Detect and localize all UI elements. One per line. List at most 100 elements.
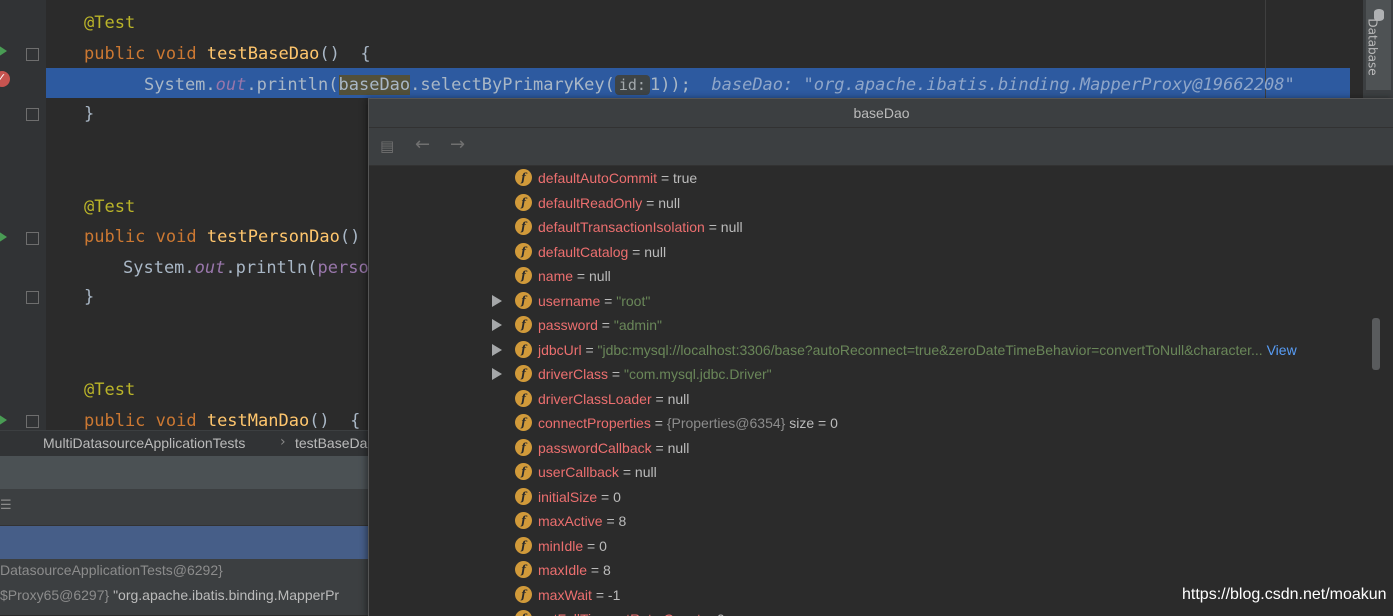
static-field: out — [215, 75, 247, 95]
variable-value: null — [667, 390, 690, 407]
field-icon: f — [515, 463, 532, 480]
variable-text: minIdle = 0 — [538, 534, 607, 558]
folder-icon[interactable]: ▤ — [380, 137, 394, 155]
variable-value: -1 — [607, 586, 621, 603]
field-icon: f — [515, 512, 532, 529]
equals-sign: = — [628, 243, 645, 260]
back-button[interactable]: ← — [415, 134, 430, 155]
variable-name: maxActive — [538, 513, 603, 529]
fold-icon[interactable] — [26, 48, 39, 61]
variable-text: defaultReadOnly = null — [538, 191, 680, 215]
annotation: @Test — [84, 13, 136, 33]
variable-name: defaultAutoCommit — [538, 170, 658, 186]
code-line: } — [84, 282, 94, 312]
variable-extra: size = 0 — [785, 415, 838, 431]
forward-button[interactable]: → — [450, 134, 465, 155]
fold-icon[interactable] — [26, 415, 39, 428]
variable-name: userCallback — [538, 464, 619, 480]
variable-row[interactable]: f driverClass = "com.mysql.jdbc.Driver" — [369, 362, 1379, 386]
variable-name: driverClassLoader — [538, 390, 652, 407]
code-text: .println( — [246, 75, 339, 95]
code-text: () — [339, 227, 361, 247]
variable-text: maxWait = -1 — [538, 583, 620, 607]
expand-arrow-icon[interactable] — [492, 368, 502, 380]
run-test-icon[interactable] — [0, 231, 7, 243]
fold-icon[interactable] — [26, 232, 39, 245]
expand-arrow-icon[interactable] — [492, 319, 502, 331]
variable-name: defaultTransactionIsolation — [538, 219, 705, 235]
equals-sign: = — [600, 292, 617, 309]
variable-row[interactable]: f maxIdle = 8 — [369, 558, 1379, 582]
fold-icon[interactable] — [26, 291, 39, 304]
expand-arrow-icon[interactable] — [492, 343, 502, 356]
variable-text: driverClass = "com.mysql.jdbc.Driver" — [538, 362, 772, 386]
variables-tree[interactable]: f defaultAutoCommit = true f defaultReadOnl… — [369, 166, 1393, 616]
variable-row[interactable]: f maxActive = 8 — [369, 509, 1379, 533]
run-test-icon[interactable] — [0, 414, 7, 426]
variable-row[interactable]: f jdbcUrl = "jdbc:mysql://localhost:3306/… — [369, 338, 1379, 362]
variable-row[interactable]: f name = null — [369, 264, 1379, 288]
variable-row[interactable]: f defaultTransactionIsolation = null — [369, 215, 1379, 239]
code-text: System. — [123, 258, 195, 278]
popup-title: baseDao — [369, 99, 1393, 128]
watermark: https://blog.csdn.net/moakun — [1182, 586, 1387, 603]
field-icon: f — [515, 169, 532, 186]
variable-text: username = "root" — [538, 289, 650, 313]
frames-icon[interactable]: ☰ — [0, 498, 12, 513]
field-icon: f — [515, 610, 532, 616]
expand-arrow-icon[interactable] — [492, 294, 502, 307]
variable-row[interactable]: f defaultCatalog = null — [369, 240, 1379, 264]
code-line: } — [84, 99, 94, 129]
variable-reference[interactable]: baseDao — [338, 75, 411, 95]
scrollbar-thumb[interactable] — [1372, 318, 1380, 370]
selected-frame-row[interactable] — [0, 526, 370, 559]
field-icon: f — [515, 585, 532, 603]
variable-row[interactable]: f defaultReadOnly = null — [369, 191, 1379, 215]
variable-row[interactable]: f username = "root" — [369, 289, 1379, 313]
variable-row[interactable]: f defaultAutoCommit = true — [369, 166, 1379, 190]
variable-row[interactable]: f connectProperties = {Properties@6354} s… — [369, 411, 1379, 435]
variable-row[interactable]: DatasourceApplicationTests@6292} — [0, 562, 223, 578]
variable-text: jdbcUrl = "jdbc:mysql://localhost:3306/b… — [538, 338, 1297, 362]
equals-sign: = — [597, 488, 614, 505]
field-icon: f — [515, 365, 532, 382]
database-tab[interactable]: Database — [1366, 0, 1391, 90]
code-text: .println( — [225, 258, 318, 278]
inline-debug-value: baseDao: "org.apache.ibatis.binding.Mapp… — [690, 75, 1295, 95]
view-link[interactable]: View — [1263, 342, 1297, 358]
code-text: System. — [144, 75, 216, 95]
variable-text: maxActive = 8 — [538, 509, 626, 533]
field-icon: f — [515, 242, 532, 260]
equals-sign: = — [704, 219, 721, 235]
code-text: } — [84, 287, 95, 307]
code-line: @Test — [84, 192, 135, 222]
variable-row[interactable]: f passwordCallback = null — [369, 436, 1379, 460]
variable-row[interactable]: f minIdle = 0 — [369, 534, 1379, 558]
variable-value: 0 — [599, 537, 607, 554]
variable-value: null — [720, 219, 743, 235]
variable-name: defaultCatalog — [538, 243, 629, 260]
variable-row[interactable]: f initialSize = 0 — [369, 485, 1379, 509]
variable-value: 0 — [717, 611, 725, 616]
run-test-icon[interactable] — [0, 45, 7, 57]
variable-row[interactable]: f userCallback = null — [369, 460, 1379, 484]
variable-row[interactable]: f password = "admin" — [369, 313, 1379, 337]
breakpoint-icon[interactable]: ✓ — [0, 71, 10, 87]
variable-value: {Properties@6354} — [666, 415, 786, 431]
breadcrumb-separator: › — [280, 434, 286, 450]
equals-sign: = — [591, 586, 608, 603]
fold-icon[interactable] — [26, 108, 39, 121]
breadcrumb-method[interactable]: testBaseDa — [295, 435, 367, 451]
variable-row[interactable]: $Proxy65@6297} "org.apache.ibatis.bindin… — [0, 587, 339, 603]
equals-sign: = — [573, 268, 589, 284]
variable-row[interactable]: f driverClassLoader = null — [369, 387, 1379, 411]
variable-text: userCallback = null — [538, 460, 657, 484]
breadcrumb-class[interactable]: MultiDatasourceApplicationTests — [43, 435, 245, 451]
variable-text: password = "admin" — [538, 313, 662, 337]
equals-sign: = — [701, 611, 717, 616]
method-name: testManDao — [206, 411, 310, 430]
code-text: } — [84, 104, 95, 124]
field-icon: f — [515, 340, 532, 358]
code-text: () { — [309, 411, 361, 430]
annotation: @Test — [84, 197, 136, 217]
